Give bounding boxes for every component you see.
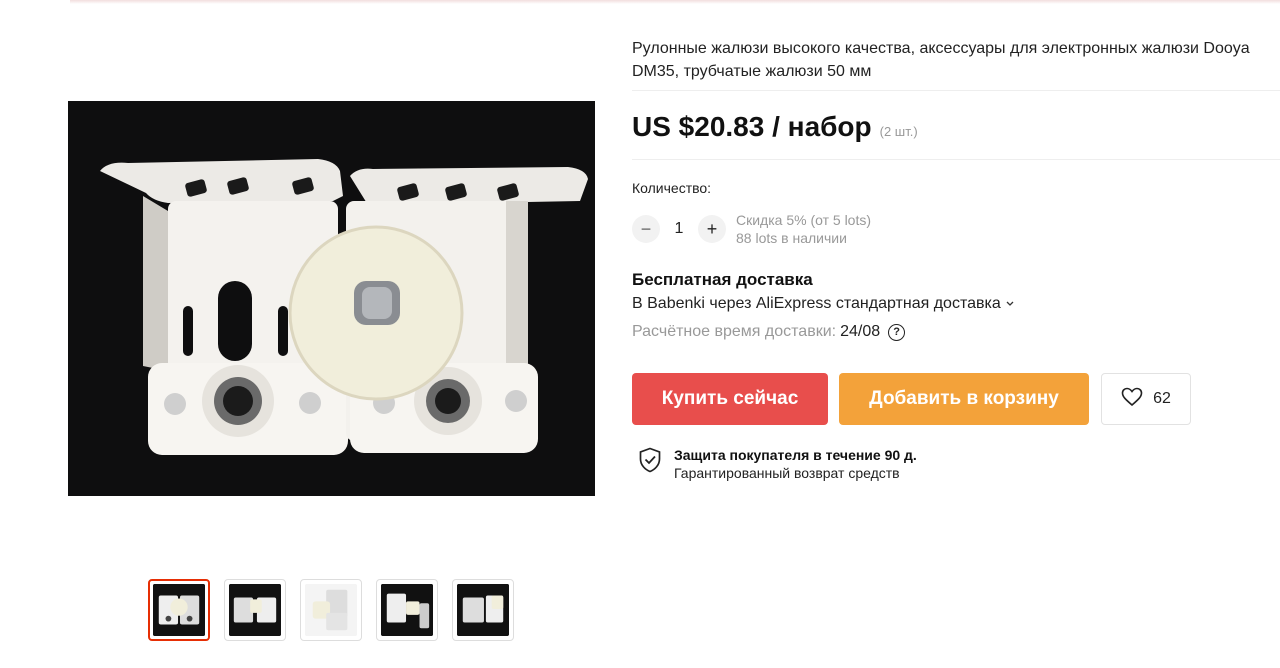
question-circle-icon[interactable]: ? <box>888 323 906 341</box>
divider <box>632 90 1280 91</box>
product-main-image <box>68 101 595 496</box>
wishlist-count: 62 <box>1153 390 1171 407</box>
wishlist-button[interactable]: 62 <box>1101 373 1191 425</box>
protection-subtitle: Гарантированный возврат средств <box>674 465 900 481</box>
delivery-estimate: Расчётное время доставки: 24/08 ? <box>632 323 906 341</box>
thumbnail-2[interactable] <box>224 579 286 641</box>
thumbnail-4[interactable] <box>376 579 438 641</box>
top-divider <box>70 0 1280 4</box>
stock-text: 88 lots в наличии <box>736 230 847 246</box>
thumbnail-brackets-set <box>381 584 433 636</box>
eta-label: Расчётное время доставки: <box>632 323 837 340</box>
price-unit-count: (2 шт.) <box>879 124 918 139</box>
thumbnail-5[interactable] <box>452 579 514 641</box>
plus-icon: + <box>706 218 718 239</box>
thumbnail-1[interactable] <box>148 579 210 641</box>
thumbnail-strip <box>148 579 514 641</box>
product-title: Рулонные жалюзи высокого качества, аксес… <box>632 40 1250 80</box>
eta-date: 24/08 <box>840 323 881 340</box>
minus-icon: − <box>640 218 652 239</box>
shipping-method-label: В Babenki через AliExpress стандартная д… <box>632 295 1001 312</box>
shield-check-icon <box>638 447 662 478</box>
chevron-down-icon <box>1005 295 1015 313</box>
quantity-stepper: − 1 + Скидка 5% (от 5 lots) 88 lots в на… <box>632 211 871 247</box>
thumbnail-brackets-side <box>305 584 357 636</box>
price-block: US $20.83 / набор (2 шт.) <box>632 111 918 143</box>
discount-text: Скидка 5% (от 5 lots) <box>736 212 872 228</box>
protection-title: Защита покупателя в течение 90 д. <box>674 447 917 463</box>
thumbnail-brackets-front <box>153 584 205 636</box>
buy-now-button[interactable]: Купить сейчас <box>632 373 828 425</box>
decrease-quantity-button[interactable]: − <box>632 215 660 243</box>
thumbnail-brackets-angle <box>229 584 281 636</box>
quantity-info: Скидка 5% (от 5 lots) 88 lots в наличии <box>736 211 871 247</box>
product-price: US $20.83 / набор <box>632 111 872 142</box>
quantity-value[interactable]: 1 <box>660 220 698 238</box>
add-to-cart-button[interactable]: Добавить в корзину <box>839 373 1089 425</box>
heart-icon <box>1121 387 1143 412</box>
increase-quantity-button[interactable]: + <box>698 215 726 243</box>
buyer-protection: Защита покупателя в течение 90 д. Гарант… <box>638 447 917 481</box>
shipping-method-dropdown[interactable]: В Babenki через AliExpress стандартная д… <box>632 295 1015 313</box>
quantity-label: Количество: <box>632 180 712 196</box>
divider <box>632 159 1280 160</box>
protection-text: Защита покупателя в течение 90 д. Гарант… <box>674 447 917 481</box>
shipping-title: Бесплатная доставка <box>632 270 813 289</box>
thumbnail-brackets-detail <box>457 584 509 636</box>
thumbnail-3[interactable] <box>300 579 362 641</box>
